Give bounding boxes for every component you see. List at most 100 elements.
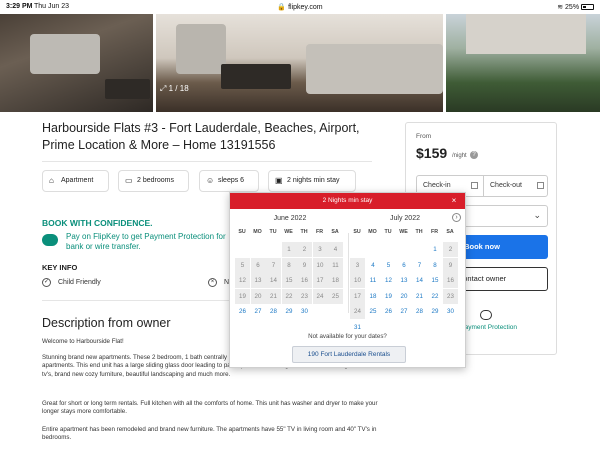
calendar-day-available[interactable]: 14: [412, 273, 427, 288]
bed-icon: ▭: [125, 176, 133, 185]
calendar-day-available[interactable]: 11: [366, 273, 381, 288]
calendar-day-unavailable: 8: [281, 257, 297, 273]
not-available-text: Not available for your dates?: [308, 333, 387, 340]
calendar-day-available[interactable]: 27: [251, 304, 266, 319]
calendar-day-unavailable: 3: [350, 257, 365, 273]
weekday-label: TH: [300, 229, 308, 235]
calendar-day-unavailable: 25: [328, 288, 343, 304]
calendar-day-available[interactable]: 28: [266, 304, 281, 319]
next-month-icon[interactable]: ›: [452, 213, 461, 222]
calendar-day-unavailable: 12: [235, 273, 250, 288]
per-night-label: /night: [452, 153, 467, 159]
photo-counter: ⤢ 1 / 18: [160, 84, 189, 93]
weekday-label: WE: [284, 229, 293, 235]
calendar-day-available[interactable]: 20: [397, 289, 412, 304]
tripadvisor-owl-icon: [42, 234, 58, 246]
calendar-day-available[interactable]: 5: [381, 258, 396, 273]
weekday-label: FR: [315, 229, 324, 235]
feature-label: Child Friendly: [58, 279, 101, 286]
calendar-day-available[interactable]: 29: [428, 304, 443, 319]
calendar-day-available[interactable]: 22: [428, 289, 443, 304]
x-icon: ×: [208, 278, 217, 287]
photo-counter-text: 1 / 18: [168, 84, 189, 93]
calendar-day-available[interactable]: 15: [428, 273, 443, 288]
feature-child-friendly: ✓ Child Friendly: [42, 278, 101, 287]
chip-bedrooms: ▭ 2 bedrooms: [118, 170, 189, 192]
calendar-day-unavailable: 22: [281, 288, 297, 304]
calendar-popup: 2 Nights min stay × June 2022 SU MO TU WE TH…: [229, 192, 466, 368]
price-help-icon[interactable]: ?: [470, 151, 478, 159]
calendar-day-unavailable: 16: [443, 273, 458, 288]
weekday-label: MO: [368, 229, 377, 235]
weekday-label: SU: [238, 229, 246, 235]
calendar-day-unavailable: 23: [443, 288, 458, 304]
calendar-day-available[interactable]: 30: [443, 304, 458, 319]
calendar-day-available[interactable]: 8: [428, 258, 443, 273]
listing-title: Harbourside Flats #3 - Fort Lauderdale, …: [42, 121, 360, 152]
calendar-day-available[interactable]: 18: [366, 289, 381, 304]
calendar-day-available[interactable]: 26: [235, 304, 250, 319]
calendar-day-available[interactable]: 19: [381, 289, 396, 304]
check-out-placeholder: Check-out: [490, 182, 522, 189]
chip-apartment: ⌂ Apartment: [42, 170, 109, 192]
calendar-day-available[interactable]: 29: [282, 304, 297, 319]
calendar-day-available[interactable]: 30: [297, 304, 312, 319]
address-bar[interactable]: 🔒 flipkey.com: [0, 3, 600, 11]
calendar-day-unavailable: 10: [312, 257, 328, 273]
calendar-day-available[interactable]: 25: [366, 304, 381, 319]
calendar-day-unavailable: 9: [297, 257, 312, 273]
gallery-photo-exterior[interactable]: [446, 14, 600, 112]
calendar-day-available[interactable]: 21: [412, 289, 427, 304]
calendar-day-unavailable: 21: [266, 288, 281, 304]
wifi-icon: ≋: [557, 4, 564, 11]
description-heading: Description from owner: [42, 316, 171, 330]
gallery-photo-main[interactable]: ⤢ 1 / 18: [156, 14, 443, 112]
chip-label: Apartment: [61, 177, 94, 184]
close-icon[interactable]: ×: [449, 193, 459, 209]
from-label: From: [416, 133, 432, 140]
calendar-day-unavailable: 24: [312, 288, 328, 304]
chip-label: 2 nights min stay: [287, 177, 340, 184]
gallery-photo-living-room[interactable]: [0, 14, 153, 112]
calendar-day-unavailable: 14: [266, 273, 281, 288]
weekday-label: SA: [331, 229, 339, 235]
calendar-day-available[interactable]: 28: [412, 304, 427, 319]
house-icon: ⌂: [49, 176, 54, 185]
status-bar: 3:29 PM Thu Jun 23 🔒 flipkey.com ≋ 25%: [0, 0, 600, 14]
calendar-day-available[interactable]: 27: [397, 304, 412, 319]
weekday-label: MO: [253, 229, 262, 235]
description-paragraph: Entire apartment has been remodeled and …: [42, 426, 377, 442]
url-text: flipkey.com: [288, 4, 323, 11]
calendar-day-unavailable: 18: [328, 273, 343, 288]
feature-not-allowed: × N: [208, 278, 229, 287]
calendar-day-available[interactable]: 6: [397, 258, 412, 273]
check-in-placeholder: Check-in: [423, 182, 451, 189]
calendar-day-available[interactable]: 13: [397, 273, 412, 288]
calendar-icon: [537, 182, 544, 189]
fort-lauderdale-rentals-button[interactable]: 190 Fort Lauderdale Rentals: [292, 346, 406, 363]
calendar-day-available[interactable]: 12: [381, 273, 396, 288]
calendar-day-unavailable: 2: [297, 242, 312, 257]
calendar-day-unavailable: 19: [235, 288, 250, 304]
weekday-label: TU: [384, 229, 392, 235]
calendar-icon: ▣: [275, 176, 283, 185]
calendar-day-unavailable: 20: [250, 288, 266, 304]
people-icon: ☺: [206, 176, 215, 185]
calendar-day-available[interactable]: 26: [381, 304, 396, 319]
calendar-day-unavailable: 11: [328, 257, 343, 273]
calendar-day-unavailable: 3: [312, 242, 328, 257]
calendar-day-available[interactable]: 7: [412, 258, 427, 273]
check-out-field[interactable]: Check-out: [483, 176, 549, 196]
payment-protection-note: Pay on FlipKey to get Payment Protection…: [42, 232, 242, 252]
nightly-price: $159: [416, 145, 448, 161]
battery-percent: 25%: [565, 4, 580, 11]
month-title: July 2022: [390, 215, 420, 222]
photo-gallery[interactable]: ⤢ 1 / 18: [0, 14, 600, 112]
calendar-day-available[interactable]: 4: [366, 258, 381, 273]
calendar-day-unavailable: 13: [250, 273, 266, 288]
chip-label: 2 bedrooms: [137, 177, 174, 184]
weekday-label: FR: [430, 229, 439, 235]
calendar-day-available[interactable]: 1: [428, 242, 443, 257]
calendar-day-unavailable: 15: [281, 273, 297, 288]
calendar-day-unavailable: 10: [350, 273, 365, 288]
